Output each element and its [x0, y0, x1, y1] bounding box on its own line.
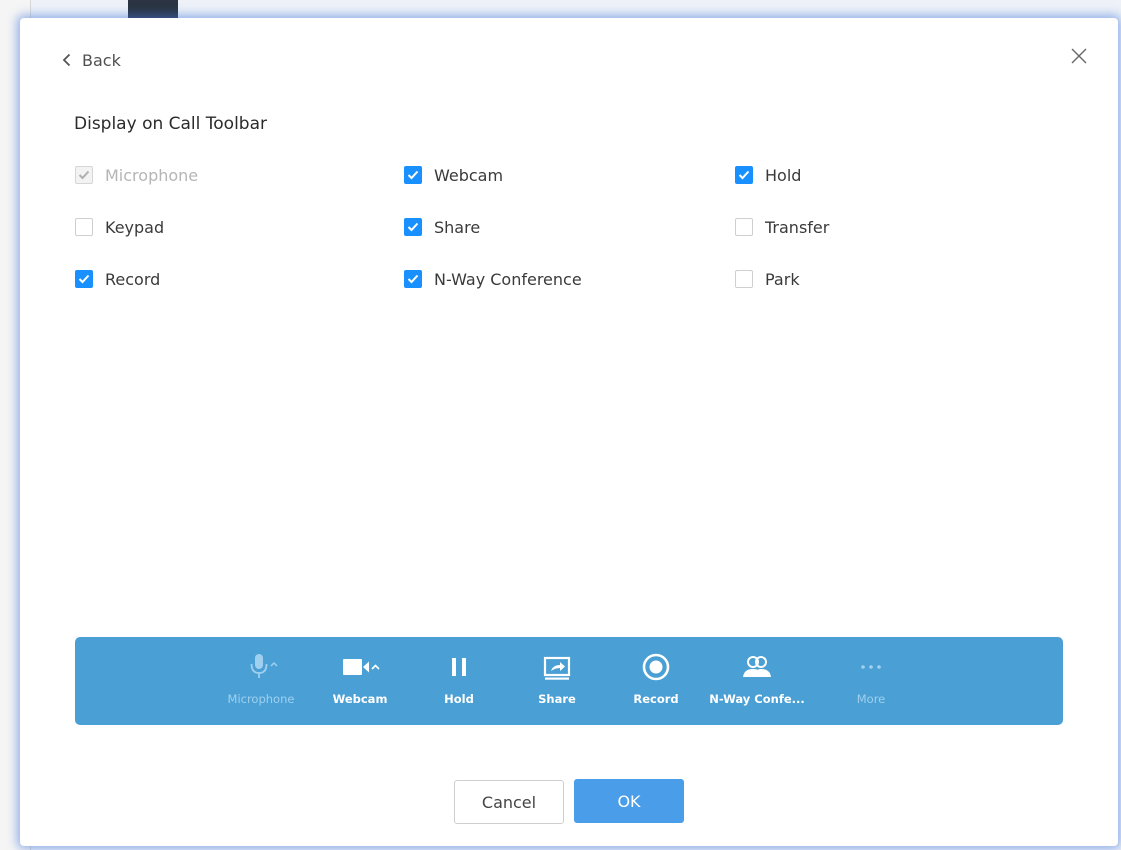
chevron-left-icon — [62, 53, 72, 67]
option-hold[interactable]: Hold — [735, 163, 801, 187]
webcam-icon — [337, 651, 383, 683]
back-button[interactable]: Back — [62, 47, 121, 73]
toolbar-settings-dialog: Back Display on Call Toolbar Microphone … — [20, 18, 1118, 846]
checkbox[interactable] — [735, 166, 753, 184]
option-label: N-Way Conference — [434, 269, 582, 289]
toolbar-item-label: Record — [633, 692, 679, 706]
microphone-icon — [241, 651, 281, 683]
call-toolbar-preview: Microphone Webcam Hold Share Record N-Wa… — [75, 637, 1063, 725]
close-button[interactable] — [1068, 46, 1090, 70]
checkbox[interactable] — [735, 270, 753, 288]
option-label: Share — [434, 217, 481, 237]
toolbar-item-hold[interactable]: Hold — [414, 651, 504, 706]
checkbox[interactable] — [735, 218, 753, 236]
ok-button[interactable]: OK — [574, 779, 684, 823]
option-microphone: Microphone — [75, 163, 198, 187]
option-label: Keypad — [105, 217, 165, 237]
record-icon — [639, 651, 673, 683]
option-keypad[interactable]: Keypad — [75, 215, 164, 239]
checkbox[interactable] — [404, 218, 422, 236]
option-park[interactable]: Park — [735, 267, 800, 291]
pause-icon — [444, 651, 474, 683]
checkbox[interactable] — [404, 270, 422, 288]
toolbar-item-webcam[interactable]: Webcam — [315, 651, 405, 706]
toolbar-item-share[interactable]: Share — [512, 651, 602, 706]
checkbox[interactable] — [75, 218, 93, 236]
toolbar-item-record[interactable]: Record — [611, 651, 701, 706]
toolbar-item-more[interactable]: More — [826, 651, 916, 706]
option-label: Hold — [765, 165, 802, 185]
more-dots-icon — [854, 651, 888, 683]
cancel-button[interactable]: Cancel — [454, 780, 564, 824]
back-label: Back — [82, 50, 121, 70]
section-heading: Display on Call Toolbar — [74, 114, 268, 134]
option-label: Microphone — [105, 165, 199, 185]
toolbar-item-microphone[interactable]: Microphone — [216, 651, 306, 706]
toolbar-item-label: Webcam — [332, 692, 388, 706]
toolbar-item-label: Microphone — [227, 692, 295, 706]
toolbar-item-n-way-conference[interactable]: N-Way Confe... — [709, 651, 805, 706]
option-transfer[interactable]: Transfer — [735, 215, 829, 239]
option-n-way-conference[interactable]: N-Way Conference — [404, 267, 582, 291]
checkbox[interactable] — [75, 270, 93, 288]
option-label: Record — [105, 269, 161, 289]
checkbox[interactable] — [404, 166, 422, 184]
option-webcam[interactable]: Webcam — [404, 163, 503, 187]
close-icon — [1071, 48, 1087, 68]
option-share[interactable]: Share — [404, 215, 480, 239]
conference-icon — [738, 651, 776, 683]
share-screen-icon — [540, 651, 574, 683]
checkbox — [75, 166, 93, 184]
toolbar-item-label: More — [856, 692, 886, 706]
toolbar-item-label: Share — [538, 692, 576, 706]
option-label: Webcam — [434, 165, 504, 185]
option-label: Park — [765, 269, 800, 289]
toolbar-item-label: Hold — [444, 692, 474, 706]
option-label: Transfer — [765, 217, 830, 237]
toolbar-item-label: N-Way Confe... — [709, 692, 805, 706]
option-record[interactable]: Record — [75, 267, 160, 291]
